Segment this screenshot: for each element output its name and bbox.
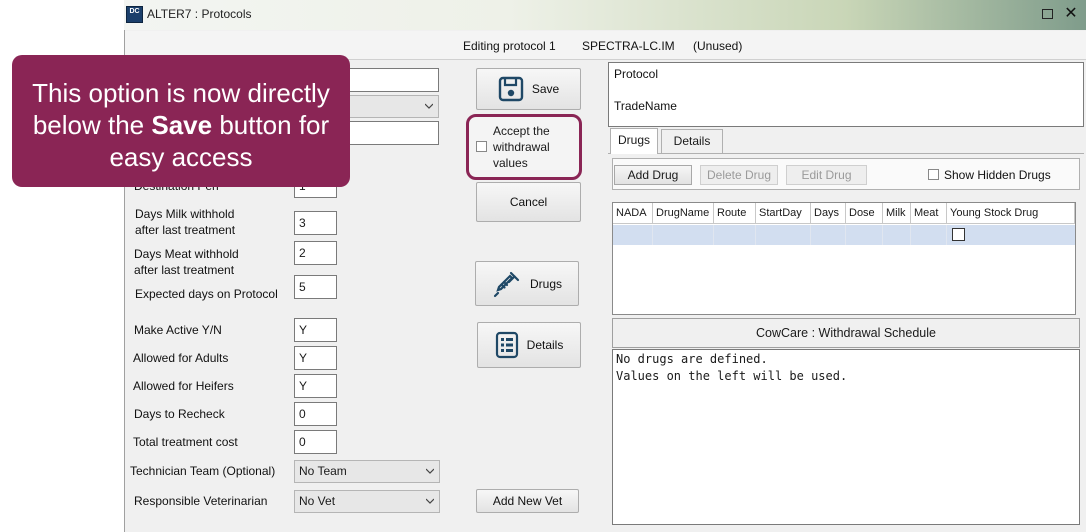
column-drugname[interactable]: DrugName	[653, 203, 714, 224]
accept-withdrawal-checkbox[interactable]	[476, 141, 487, 152]
allowed-heifers-label: Allowed for Heifers	[133, 379, 234, 393]
technician-team-value: No Team	[299, 464, 347, 478]
message-line: No drugs are defined.	[616, 352, 768, 366]
clipboard-list-icon	[495, 331, 519, 359]
protocol-name: SPECTRA-LC.IM	[582, 39, 675, 53]
column-startday[interactable]: StartDay	[756, 203, 811, 224]
column-dose[interactable]: Dose	[846, 203, 883, 224]
protocol-label: Protocol	[614, 67, 659, 81]
treatment-cost-field[interactable]: 0	[294, 430, 337, 454]
cancel-button-label: Cancel	[509, 195, 548, 209]
table-cell[interactable]	[846, 225, 883, 245]
add-drug-button[interactable]: Add Drug	[614, 165, 692, 185]
cancel-button[interactable]: Cancel	[476, 182, 581, 222]
responsible-vet-value: No Vet	[299, 494, 336, 508]
edit-drug-button[interactable]: Edit Drug	[786, 165, 867, 185]
allowed-adults-field[interactable]: Y	[294, 346, 337, 370]
table-cell[interactable]	[883, 225, 911, 245]
save-button-label: Save	[531, 82, 560, 96]
details-button[interactable]: Details	[477, 322, 581, 368]
allowed-adults-label: Allowed for Adults	[133, 351, 229, 365]
column-nada[interactable]: NADA	[613, 203, 653, 224]
responsible-vet-label: Responsible Veterinarian	[134, 494, 268, 508]
maximize-icon[interactable]	[1042, 9, 1053, 19]
days-recheck-label: Days to Recheck	[134, 407, 225, 421]
chevron-down-icon	[426, 468, 434, 474]
technician-team-combo[interactable]: No Team	[294, 460, 440, 483]
tradename-label: TradeName	[614, 99, 677, 113]
details-button-label: Details	[526, 338, 564, 352]
show-hidden-drugs-label: Show Hidden Drugs	[944, 168, 1051, 182]
delete-drug-button[interactable]: Delete Drug	[700, 165, 778, 185]
expected-days-label: Expected days on Protocol	[135, 287, 278, 301]
responsible-vet-combo[interactable]: No Vet	[294, 490, 440, 513]
message-line: Values on the left will be used.	[616, 369, 848, 383]
window-titlebar	[124, 0, 1086, 30]
allowed-heifers-field[interactable]: Y	[294, 374, 337, 398]
milk-withhold-field[interactable]: 3	[294, 211, 337, 235]
drugs-button[interactable]: Drugs	[475, 261, 579, 306]
table-cell[interactable]	[653, 225, 714, 245]
protocol-info-box	[608, 62, 1084, 127]
column-meat[interactable]: Meat	[911, 203, 947, 224]
close-icon[interactable]: ✕	[1062, 4, 1080, 24]
tab-drugs[interactable]: Drugs	[610, 128, 658, 154]
window-title: ALTER7 : Protocols	[147, 7, 252, 21]
meat-withhold-label: Days Meat withhold after last treatment	[134, 247, 239, 277]
app-icon: DC	[126, 6, 143, 23]
meat-withhold-field[interactable]: 2	[294, 241, 337, 265]
chevron-down-icon	[425, 103, 433, 109]
treatment-cost-label: Total treatment cost	[133, 435, 238, 449]
column-young-stock[interactable]: Young Stock Drug	[947, 203, 1075, 224]
protocol-status: (Unused)	[693, 39, 743, 53]
withdrawal-schedule-header: CowCare : Withdrawal Schedule	[612, 318, 1080, 348]
chevron-down-icon	[426, 498, 434, 504]
make-active-field[interactable]: Y	[294, 318, 337, 342]
expected-days-field[interactable]: 5	[294, 275, 337, 299]
milk-withhold-label: Days Milk withhold after last treatment	[135, 207, 236, 237]
tab-panel-border	[608, 153, 1084, 155]
column-milk[interactable]: Milk	[883, 203, 911, 224]
show-hidden-drugs-checkbox[interactable]	[928, 169, 939, 180]
table-cell[interactable]	[714, 225, 756, 245]
accept-withdrawal-label: Accept the withdrawal values	[493, 124, 550, 170]
table-cell[interactable]	[756, 225, 811, 245]
table-cell[interactable]	[811, 225, 846, 245]
column-route[interactable]: Route	[714, 203, 756, 224]
floppy-disk-icon	[498, 76, 524, 102]
young-stock-checkbox[interactable]	[952, 228, 965, 241]
table-cell[interactable]	[613, 225, 653, 245]
table-cell[interactable]	[911, 225, 947, 245]
make-active-label: Make Active Y/N	[134, 323, 222, 337]
withdrawal-message-box: No drugs are defined. Values on the left…	[612, 349, 1080, 525]
tutorial-callout: This option is now directly below the Sa…	[12, 55, 350, 187]
column-days[interactable]: Days	[811, 203, 846, 224]
technician-team-label: Technician Team (Optional)	[130, 464, 276, 478]
tab-details[interactable]: Details	[661, 129, 723, 153]
drugs-button-label: Drugs	[529, 276, 562, 291]
editing-label: Editing protocol 1	[463, 39, 556, 53]
save-button[interactable]: Save	[476, 68, 581, 110]
syringe-icon	[492, 269, 522, 299]
add-new-vet-label: Add New Vet	[492, 494, 563, 508]
days-recheck-field[interactable]: 0	[294, 402, 337, 426]
add-new-vet-button[interactable]: Add New Vet	[476, 489, 579, 513]
